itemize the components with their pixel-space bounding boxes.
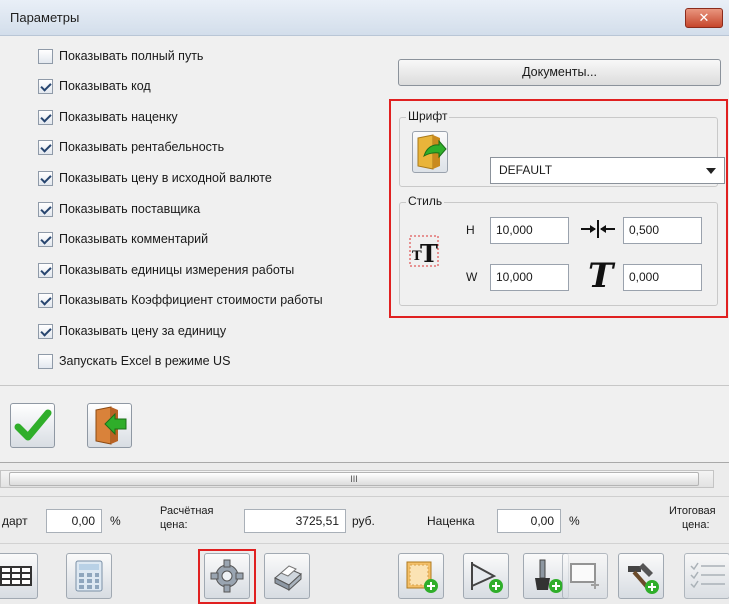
exit-door-icon <box>95 406 127 445</box>
print-button[interactable] <box>264 553 310 599</box>
divider <box>0 496 729 497</box>
option-show-full-path[interactable]: Показывать полный путь <box>38 46 203 66</box>
option-show-code[interactable]: Показывать код <box>38 76 151 96</box>
cut-label: дарт <box>2 514 28 528</box>
add-hammer-button[interactable] <box>618 553 664 599</box>
option-show-work-cost-coefficient[interactable]: Показывать Коэффициент стоимости работы <box>38 290 323 310</box>
text-size-icon: T T <box>409 235 439 268</box>
checkbox[interactable] <box>38 353 53 369</box>
markup-input[interactable]: 0,00 <box>497 509 561 533</box>
parameters-dialog: Параметры ✕ Показывать полный путь Показ… <box>0 0 729 463</box>
printer-icon <box>274 565 302 592</box>
option-show-work-units[interactable]: Показывать единицы измерения работы <box>38 260 294 280</box>
checkbox[interactable] <box>38 170 53 186</box>
scrollbar-thumb[interactable]: III <box>9 472 699 486</box>
italic-icon: T <box>588 257 616 291</box>
checkbox[interactable] <box>38 292 53 308</box>
settings-button-highlight <box>198 549 256 604</box>
option-label: Показывать цену в исходной валюте <box>59 171 272 185</box>
checkbox[interactable] <box>38 323 53 339</box>
option-show-markup[interactable]: Показывать наценку <box>38 107 178 127</box>
style-group: Стиль T T H 10,000 0,500 W 10,000 T 0,00… <box>399 194 718 306</box>
calculator-button[interactable] <box>66 553 112 599</box>
flag-add-icon <box>471 562 503 593</box>
exit-button[interactable] <box>87 403 132 448</box>
calc-price-label-line1: Расчётная <box>160 505 214 517</box>
option-show-supplier[interactable]: Показывать поставщика <box>38 199 200 219</box>
option-label: Показывать единицы измерения работы <box>59 263 295 277</box>
calc-price-label-line2: цена: <box>160 519 188 531</box>
option-label: Запускать Excel в режиме US <box>59 354 231 368</box>
checklist-button[interactable] <box>684 553 729 599</box>
height-label: H <box>466 223 475 237</box>
svg-text:T: T <box>588 257 616 291</box>
letter-spacing-icon <box>581 220 615 238</box>
divider <box>0 543 729 544</box>
window-add-icon <box>570 563 599 589</box>
checkbox[interactable] <box>38 48 53 64</box>
calculator-icon <box>75 560 103 592</box>
add-window-button[interactable] <box>562 553 608 599</box>
option-show-comment[interactable]: Показывать комментарий <box>38 229 208 249</box>
option-excel-us-mode[interactable]: Запускать Excel в режиме US <box>38 351 230 371</box>
total-price-label-line2: цена: <box>682 519 710 531</box>
font-settings-highlight: Шрифт DEFAULT Стиль T T H 10,000 0,500 W… <box>389 99 728 318</box>
font-select-value: DEFAULT <box>499 163 553 177</box>
width-label: W <box>466 270 478 284</box>
font-group: Шрифт DEFAULT <box>399 109 725 187</box>
option-label: Показывать код <box>59 79 151 93</box>
currency-label: руб. <box>352 514 375 528</box>
checkbox[interactable] <box>38 231 53 247</box>
grid-view-button[interactable] <box>0 553 38 599</box>
option-label: Показывать рентабельность <box>59 140 225 154</box>
checkbox[interactable] <box>38 201 53 217</box>
font-group-label: Шрифт <box>406 109 450 123</box>
hammer-icon <box>628 563 659 594</box>
chevron-down-icon <box>706 168 716 174</box>
divider <box>0 385 729 386</box>
height-input[interactable]: 10,000 <box>490 217 569 244</box>
svg-text:T: T <box>420 239 438 268</box>
ok-button[interactable] <box>10 403 55 448</box>
table-icon <box>0 566 32 586</box>
percent-unit: % <box>110 514 121 528</box>
close-icon: ✕ <box>698 10 710 25</box>
width-input[interactable]: 10,000 <box>490 264 569 291</box>
option-label: Показывать полный путь <box>59 49 204 63</box>
letter-spacing-input[interactable]: 0,500 <box>623 217 702 244</box>
option-show-source-currency-price[interactable]: Показывать цену в исходной валюте <box>38 168 272 188</box>
checkmark-icon <box>14 409 52 441</box>
markup-unit: % <box>569 514 580 528</box>
option-label: Показывать Коэффициент стоимости работы <box>59 293 323 307</box>
option-label: Показывать цену за единицу <box>59 324 227 338</box>
style-group-label: Стиль <box>406 194 445 208</box>
italic-angle-input[interactable]: 0,000 <box>623 264 702 291</box>
calc-price-value: 3725,51 <box>244 509 346 533</box>
dialog-title: Параметры <box>10 10 80 25</box>
option-show-profitability[interactable]: Показывать рентабельность <box>38 137 224 157</box>
option-show-unit-price[interactable]: Показывать цену за единицу <box>38 321 226 341</box>
add-sheet-icon <box>406 561 438 593</box>
checkbox[interactable] <box>38 262 53 278</box>
title-bar[interactable]: Параметры ✕ <box>0 0 729 36</box>
checkbox[interactable] <box>38 78 53 94</box>
documents-button[interactable]: Документы... <box>398 59 721 86</box>
option-label: Показывать комментарий <box>59 232 209 246</box>
markup-label: Наценка <box>427 514 475 528</box>
font-select[interactable]: DEFAULT <box>490 157 725 184</box>
checkbox[interactable] <box>38 139 53 155</box>
horizontal-scrollbar[interactable]: III <box>0 470 714 488</box>
add-flag-button[interactable] <box>463 553 509 599</box>
discount-percent-input[interactable]: 0,00 <box>46 509 102 533</box>
add-item-button[interactable] <box>398 553 444 599</box>
option-label: Показывать поставщика <box>59 202 201 216</box>
font-picker-button[interactable] <box>412 131 448 173</box>
option-label: Показывать наценку <box>59 110 178 124</box>
checkbox[interactable] <box>38 109 53 125</box>
checklist-icon <box>690 562 725 589</box>
close-button[interactable]: ✕ <box>685 8 723 28</box>
total-price-label-line1: Итоговая <box>669 505 716 517</box>
folder-arrow-icon <box>417 134 447 170</box>
